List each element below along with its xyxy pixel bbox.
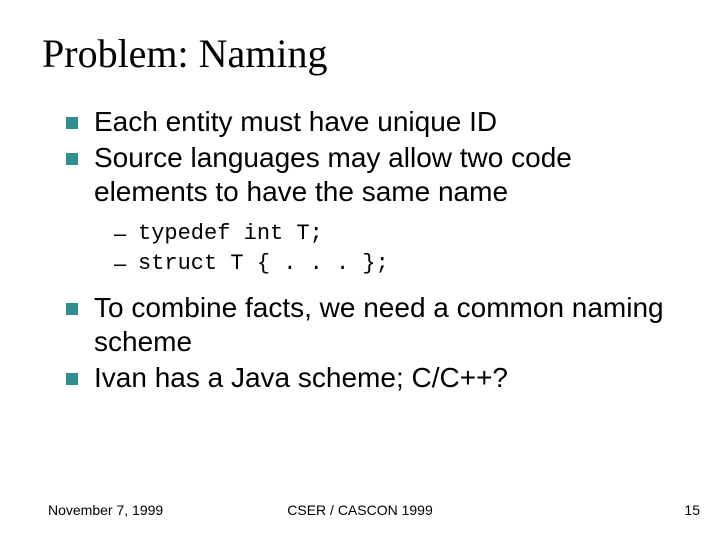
code-line: struct T { . . . }; [120, 249, 678, 279]
bullet-item: Source languages may allow two code elem… [64, 141, 678, 279]
bullet-item: Each entity must have unique ID [64, 105, 678, 139]
bullet-text: To combine facts, we need a common namin… [94, 292, 664, 357]
bullet-item: To combine facts, we need a common namin… [64, 291, 678, 359]
footer: November 7, 1999 CSER / CASCON 1999 15 [0, 498, 720, 518]
bullet-text: Ivan has a Java scheme; C/C++? [94, 362, 508, 393]
slide-title: Problem: Naming [42, 30, 678, 77]
bullet-item: Ivan has a Java scheme; C/C++? [64, 361, 678, 395]
code-line: typedef int T; [120, 219, 678, 249]
footer-page-number: 15 [684, 502, 700, 518]
footer-center: CSER / CASCON 1999 [0, 502, 720, 518]
bullet-text: Each entity must have unique ID [94, 106, 497, 137]
code-sublist: typedef int T; struct T { . . . }; [94, 219, 678, 278]
slide: Problem: Naming Each entity must have un… [0, 0, 720, 540]
bullet-list: Each entity must have unique ID Source l… [42, 105, 678, 395]
bullet-text: Source languages may allow two code elem… [94, 142, 572, 207]
